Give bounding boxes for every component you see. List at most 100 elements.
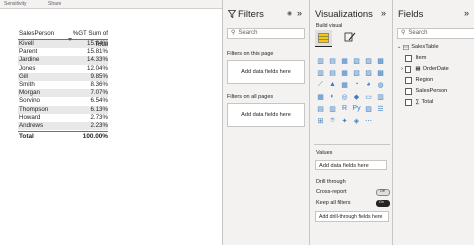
field-item[interactable]: Region	[405, 77, 433, 84]
drill-through-drop[interactable]: Add drill-through fields here	[315, 211, 389, 222]
field-checkbox[interactable]	[405, 55, 412, 62]
matrix-icon[interactable]: ☰	[376, 104, 385, 113]
field-item[interactable]: SalesPerson	[405, 88, 447, 95]
visualizations-pane: Visualizations » Build visual ▥ ▤ ▦ ▧ ▨ ▩ ▥ ▤ ▦ ▧…	[309, 0, 392, 245]
salesperson-cell: Sorvino	[19, 97, 40, 105]
clustered-bar-icon[interactable]: ▦	[340, 56, 349, 65]
field-item[interactable]: ∑ Total	[405, 99, 433, 106]
gt-sum-cell: 6.13%	[90, 105, 108, 113]
salesperson-cell: Howard	[19, 113, 41, 121]
cross-report-toggle[interactable]: Off	[376, 189, 390, 196]
field-checkbox[interactable]	[404, 66, 412, 73]
scatter-icon[interactable]: ▦	[340, 80, 349, 89]
azure-map-icon[interactable]: ◎	[340, 92, 349, 101]
field-checkbox[interactable]	[405, 99, 412, 106]
smart-narrative-icon[interactable]: ◈	[352, 116, 361, 125]
field-checkbox[interactable]	[405, 77, 412, 84]
multi-row-card-icon[interactable]: ▥	[376, 92, 385, 101]
filters-search-input[interactable]: ⚲ Search	[227, 28, 305, 39]
table-row[interactable]: Morgan 7.07%	[18, 89, 108, 98]
keep-filters-toggle[interactable]: On	[376, 200, 390, 207]
fields-search-input[interactable]: ⚲ Search	[397, 28, 474, 39]
r-visual-icon[interactable]: R	[340, 104, 349, 113]
filled-map-icon[interactable]: ◐	[328, 92, 337, 101]
sensitivity-menu[interactable]: Sensitivity	[4, 0, 27, 8]
filters-on-page-drop[interactable]: Add data fields here	[227, 60, 305, 84]
table-row[interactable]: Howard 2.73%	[18, 114, 108, 122]
fields-pane: Fields » ⚲ Search ⌄ SalesTable Item › ▦ Orde…	[392, 0, 474, 245]
search-icon: ⚲	[231, 30, 236, 36]
table-row[interactable]: Jones 12.04%	[18, 65, 108, 73]
share-menu[interactable]: Share	[48, 0, 61, 8]
field-name: Total	[421, 99, 434, 106]
slicer-icon[interactable]: ▥	[328, 104, 337, 113]
filters-pane: Filters ◉ » ⚲ Search Filters on this page…	[222, 0, 309, 245]
line-icon[interactable]: ▥	[316, 68, 325, 77]
donut-icon[interactable]: ◕	[364, 80, 373, 89]
clustered-column-icon[interactable]: ▧	[352, 56, 361, 65]
chevron-right-icon[interactable]: ›	[401, 66, 403, 72]
funnel-icon[interactable]: ▲	[328, 80, 337, 89]
column-header-salesperson[interactable]: SalesPerson	[18, 28, 71, 39]
area-icon[interactable]: ▤	[328, 68, 337, 77]
table-visual[interactable]: SalesPerson %GT Sum of Total Kivell 15.84…	[18, 28, 108, 141]
keep-filters-toggle-state: On	[379, 200, 384, 204]
qa-icon[interactable]: ✦	[340, 116, 349, 125]
gauge-icon[interactable]: ◆	[352, 92, 361, 101]
table-row[interactable]: Smith 8.36%	[18, 81, 108, 89]
stacked-bar-icon[interactable]: ▥	[316, 56, 325, 65]
total-value: 100.00%	[82, 133, 108, 141]
keep-all-filters-label: Keep all filters	[316, 200, 351, 206]
card-icon[interactable]: ▭	[364, 92, 373, 101]
waterfall-icon[interactable]: ⟋	[316, 80, 325, 89]
field-name: SalesPerson	[415, 88, 448, 95]
calendar-icon: ▦	[415, 66, 421, 73]
total-label: Total	[19, 133, 34, 141]
table-icon[interactable]: ▨	[364, 104, 373, 113]
table-row[interactable]: Sorvino 6.54%	[18, 97, 108, 105]
filters-all-pages-drop[interactable]: Add data fields here	[227, 103, 305, 127]
salesperson-cell: Kivell	[19, 40, 34, 47]
salesperson-cell: Andrews	[19, 121, 44, 129]
line-clustered-icon[interactable]: ▨	[364, 68, 373, 77]
eye-icon[interactable]: ◉	[287, 10, 292, 17]
map-icon[interactable]: ▦	[316, 92, 325, 101]
key-influencers-icon[interactable]: ⊞	[316, 116, 325, 125]
collapse-viz-icon[interactable]: »	[381, 8, 386, 18]
gt-sum-cell: 2.23%	[90, 121, 108, 129]
build-visual-tab[interactable]	[315, 30, 332, 47]
gt-sum-cell: 14.33%	[87, 56, 108, 64]
stacked-area-icon[interactable]: ▦	[340, 68, 349, 77]
more-visuals-icon[interactable]: ⋯	[364, 116, 373, 125]
python-visual-icon[interactable]: Py	[352, 104, 361, 113]
stacked-column-icon[interactable]: ▤	[328, 56, 337, 65]
decomposition-tree-icon[interactable]: ⌾	[328, 116, 337, 125]
field-item[interactable]: Item	[405, 55, 426, 62]
field-item[interactable]: › ▦ OrderDate	[401, 66, 449, 73]
collapse-fields-icon[interactable]: »	[464, 8, 469, 18]
table-row[interactable]: Andrews 2.23%	[18, 121, 108, 131]
filters-title: Filters	[238, 9, 264, 20]
pie-icon[interactable]: ◔	[352, 80, 361, 89]
table-row[interactable]: Jardine 14.33%	[18, 56, 108, 65]
line-column-icon[interactable]: ▧	[352, 68, 361, 77]
sort-caret-icon	[68, 38, 72, 41]
drill-through-label: Drill through	[316, 179, 346, 185]
100-bar-icon[interactable]: ▨	[364, 56, 373, 65]
table-row[interactable]: Gill 9.85%	[18, 72, 108, 81]
treemap-icon[interactable]: ◍	[376, 80, 385, 89]
100-column-icon[interactable]: ▩	[376, 56, 385, 65]
format-visual-tab[interactable]	[344, 31, 356, 45]
column-header-gt-sum[interactable]: %GT Sum of Total	[71, 28, 108, 48]
table-row[interactable]: Thompson 6.13%	[18, 105, 108, 114]
field-checkbox[interactable]	[405, 88, 412, 95]
gt-sum-cell: 6.54%	[90, 97, 108, 105]
table-node-salestable[interactable]: ⌄ SalesTable	[397, 44, 439, 50]
ribbon-icon[interactable]: ▩	[376, 68, 385, 77]
values-drop[interactable]: Add data fields here	[315, 160, 387, 170]
kpi-icon[interactable]: ▤	[316, 104, 325, 113]
cross-report-toggle-state: Off	[380, 189, 385, 193]
salesperson-cell: Parent	[19, 48, 38, 56]
collapse-filters-icon[interactable]: »	[297, 8, 302, 18]
report-canvas[interactable]: SalesPerson %GT Sum of Total Kivell 15.84…	[0, 9, 222, 245]
